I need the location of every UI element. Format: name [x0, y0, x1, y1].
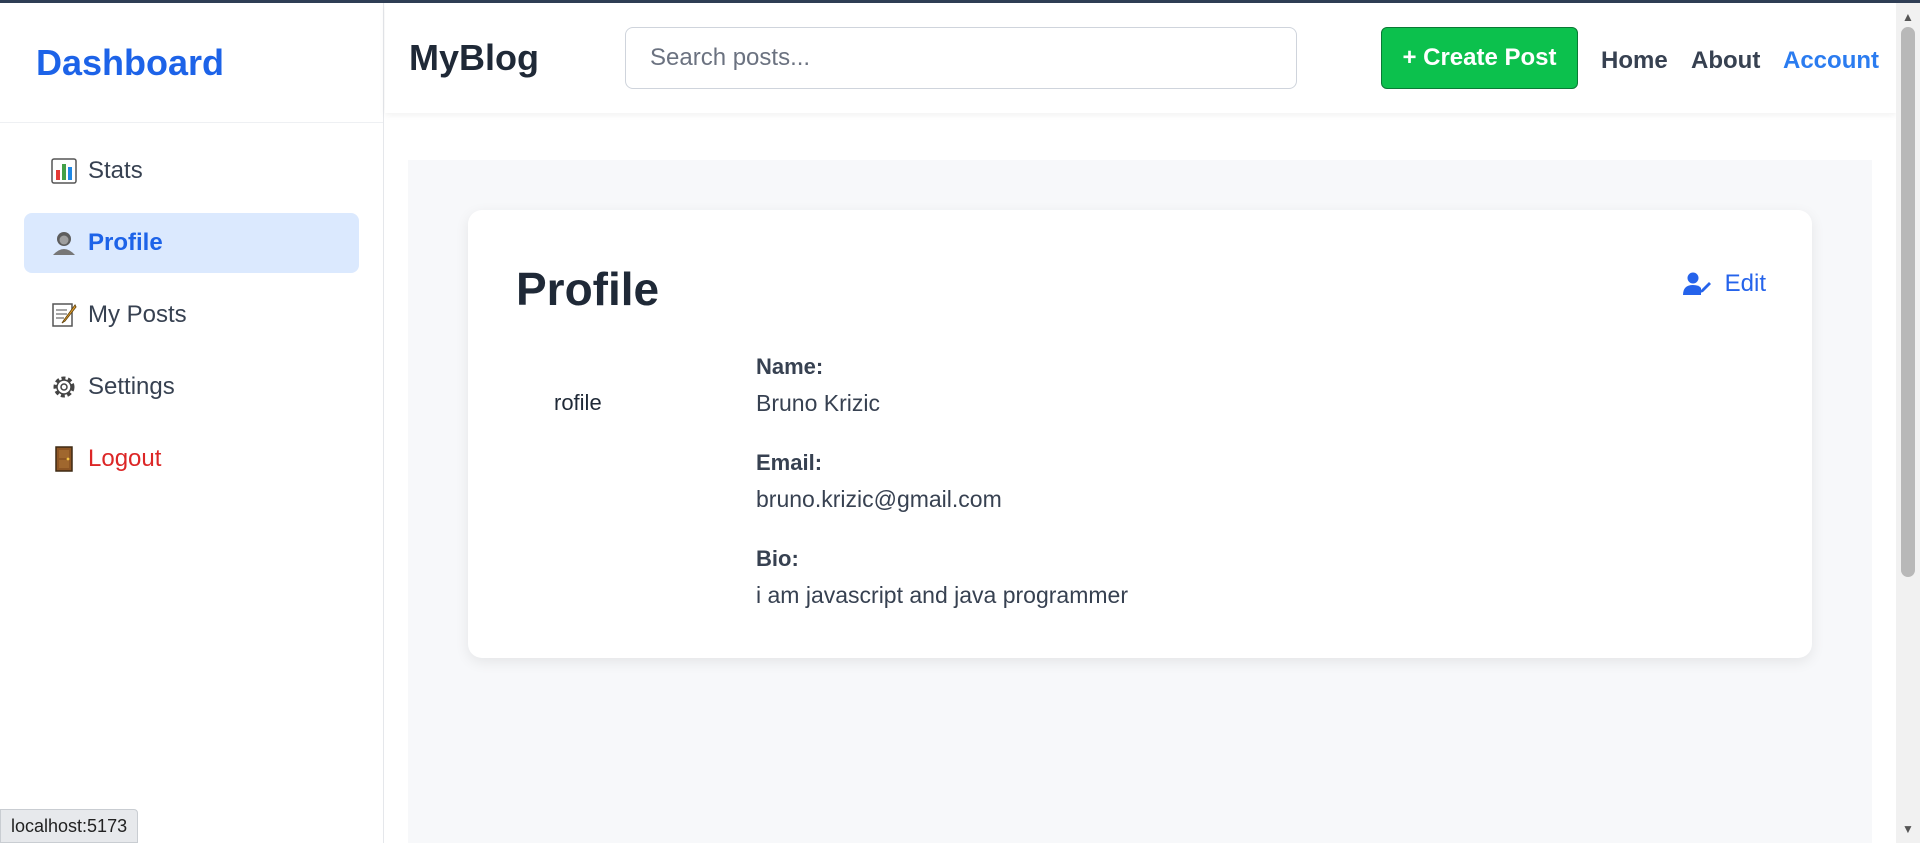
- email-value: bruno.krizic@gmail.com: [756, 486, 1002, 512]
- bio-field: Bio: i am javascript and java programmer: [756, 546, 1128, 609]
- sidebar-item-label: Settings: [88, 373, 175, 400]
- edit-profile-button[interactable]: Edit: [1682, 270, 1766, 298]
- top-header: MyBlog + Create Post Home About Account: [385, 3, 1896, 113]
- sidebar-item-my-posts[interactable]: My Posts: [24, 285, 359, 345]
- sidebar-item-logout[interactable]: Logout: [24, 429, 359, 489]
- create-post-button[interactable]: + Create Post: [1381, 27, 1578, 89]
- avatar-image-alt: rofile: [554, 390, 602, 415]
- nav-link-home[interactable]: Home: [1601, 47, 1668, 75]
- edit-label: Edit: [1724, 270, 1766, 297]
- email-label: Email:: [756, 450, 823, 475]
- status-bar-url: localhost:5173: [0, 809, 139, 843]
- bio-value: i am javascript and java programmer: [756, 582, 1128, 608]
- sidebar-header: Dashboard: [0, 3, 383, 123]
- profile-card: Profile Edit rofile Name: Bruno Krizic E…: [468, 210, 1812, 658]
- name-label: Name:: [756, 354, 824, 379]
- search-input[interactable]: [625, 27, 1297, 89]
- nav-link-account[interactable]: Account: [1783, 47, 1879, 75]
- sidebar-nav: Stats Profile My Posts Settings Logout: [0, 123, 383, 489]
- sidebar-item-label: Profile: [88, 229, 163, 256]
- sidebar-title[interactable]: Dashboard: [36, 42, 224, 84]
- nav-link-about[interactable]: About: [1691, 47, 1760, 75]
- name-field: Name: Bruno Krizic: [756, 354, 880, 417]
- scroll-down-arrow-icon[interactable]: ▼: [1896, 819, 1920, 839]
- sidebar-item-label: My Posts: [88, 301, 187, 328]
- page-scrollbar[interactable]: ▲ ▼: [1896, 3, 1920, 843]
- user-edit-icon: [1682, 272, 1711, 295]
- sidebar-item-stats[interactable]: Stats: [24, 141, 359, 201]
- scroll-thumb[interactable]: [1901, 27, 1915, 577]
- sidebar-item-label: Logout: [88, 445, 162, 472]
- bio-label: Bio:: [756, 546, 799, 571]
- door-icon: [50, 445, 78, 473]
- gear-icon: [50, 373, 78, 401]
- scroll-up-arrow-icon[interactable]: ▲: [1896, 7, 1920, 27]
- email-field: Email: bruno.krizic@gmail.com: [756, 450, 1002, 513]
- sidebar: Dashboard Stats Profile My Posts Setting…: [0, 3, 384, 843]
- main-content: Profile Edit rofile Name: Bruno Krizic E…: [408, 160, 1872, 843]
- bar-chart-icon: [50, 157, 78, 185]
- sidebar-item-settings[interactable]: Settings: [24, 357, 359, 417]
- memo-icon: [50, 301, 78, 329]
- user-icon: [50, 229, 78, 257]
- name-value: Bruno Krizic: [756, 390, 880, 416]
- page-title: Profile: [516, 263, 660, 315]
- brand-logo[interactable]: MyBlog: [409, 37, 539, 79]
- sidebar-item-profile[interactable]: Profile: [24, 213, 359, 273]
- sidebar-item-label: Stats: [88, 157, 143, 184]
